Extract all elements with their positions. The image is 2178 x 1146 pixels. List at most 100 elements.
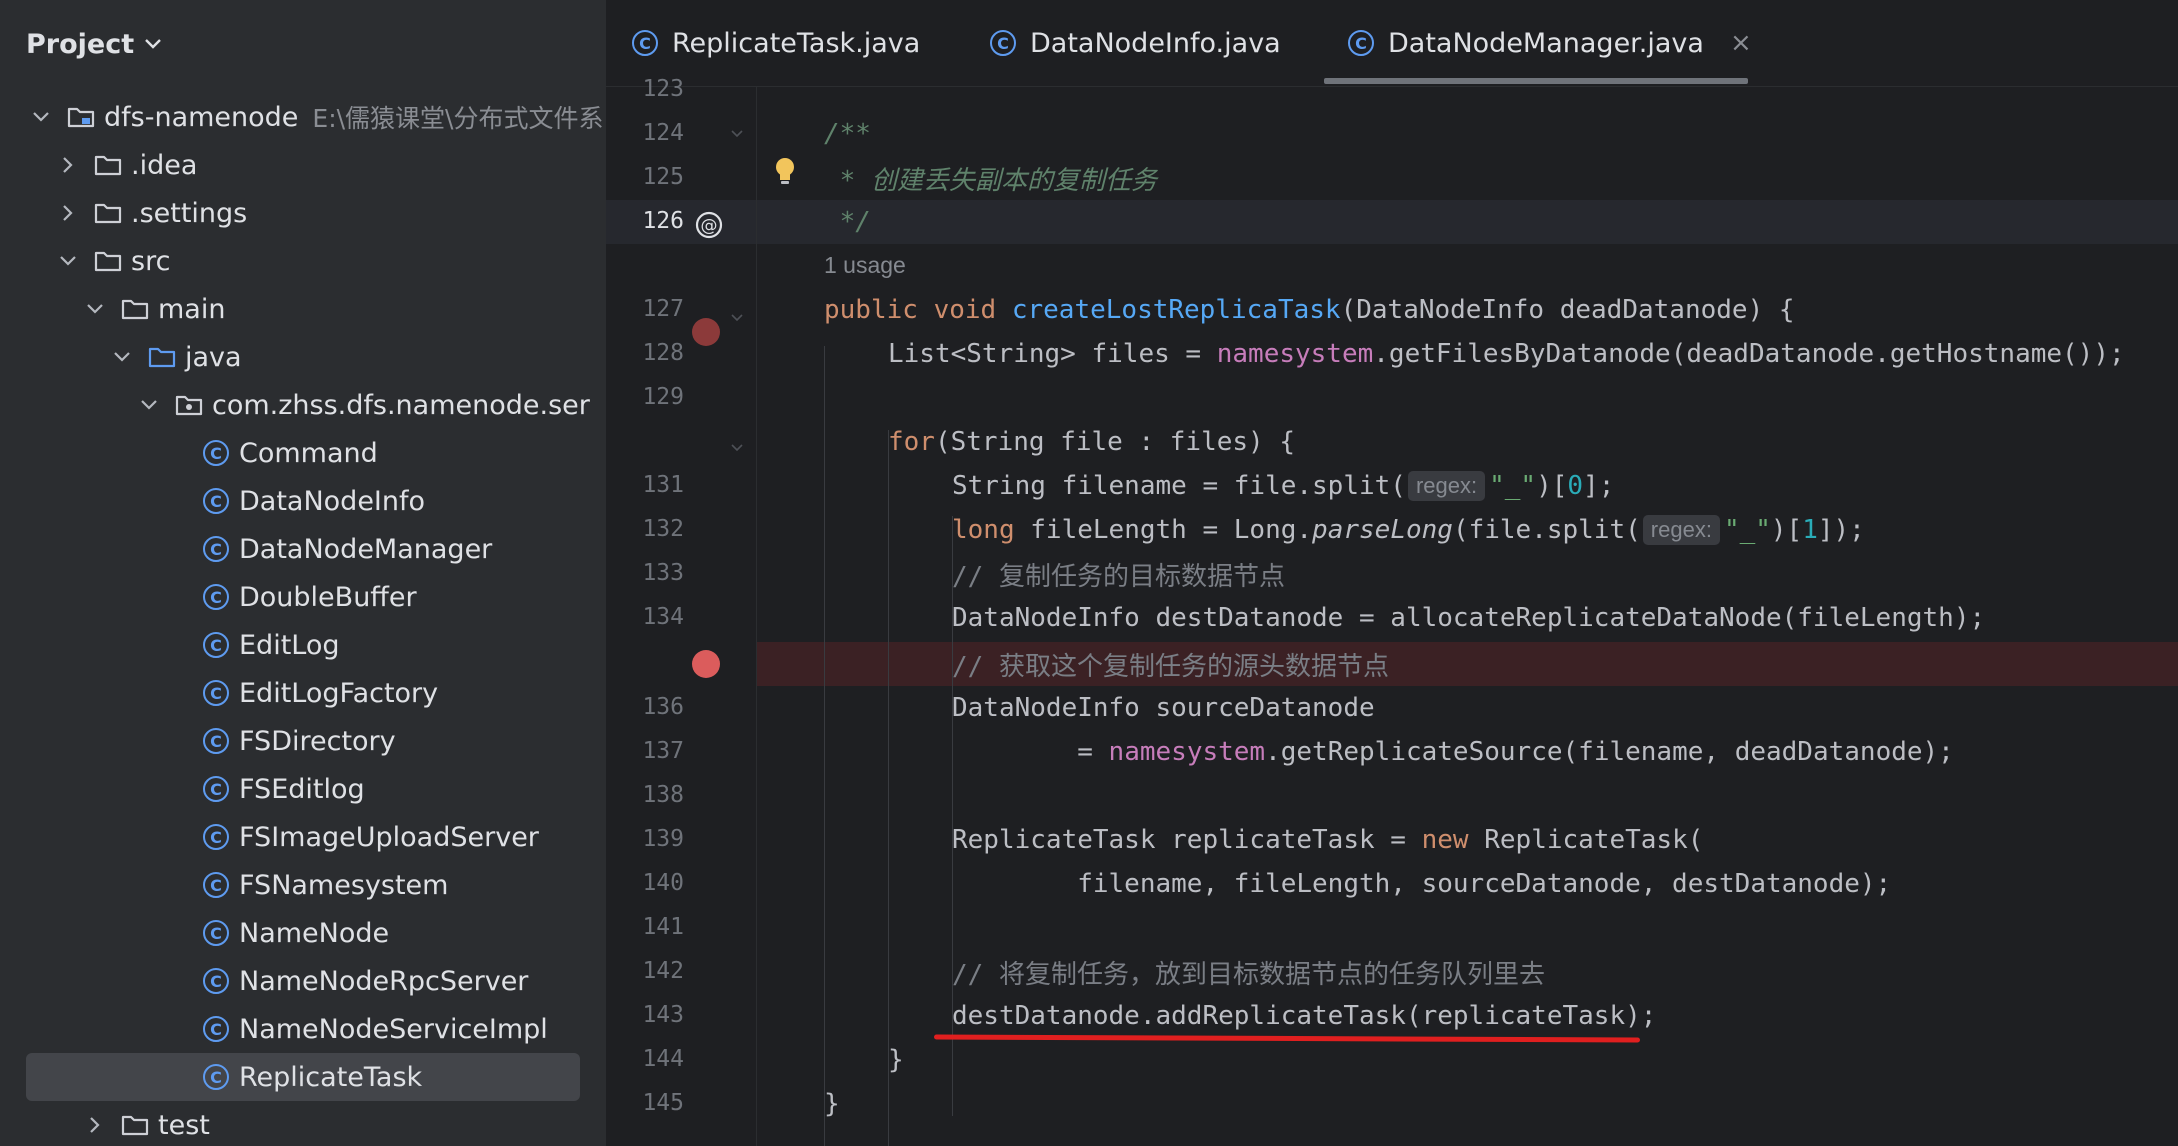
code-line-132: long fileLength = Long. parseLong (file.sp… [952,515,1865,545]
code-line-144: } [888,1045,904,1075]
code-line-143: destDatanode.addReplicateTask(replicateT… [952,1001,1657,1031]
tree-item-label: Command [239,437,378,469]
tree-item-fsnamesystem[interactable]: C FSNamesystem [0,861,606,909]
code-line-126: */ [824,207,871,237]
code-line-130: for (String file : files) { [888,427,1295,457]
tree-item-namenode[interactable]: C NameNode [0,909,606,957]
class-icon: C [201,726,231,756]
active-tab-indicator [1324,78,1748,84]
tree-item-dfs-namenode[interactable]: dfs-namenode E:\儒猿课堂\分布式文件系 [0,93,606,141]
tree-item-label: main [158,293,226,325]
tree-item-label: com.zhss.dfs.namenode.ser [212,389,590,421]
folder-icon [120,294,150,324]
tree-item-com-zhss-dfs-namenode-ser[interactable]: com.zhss.dfs.namenode.ser [0,381,606,429]
class-icon: C [201,822,231,852]
tree-item-settings[interactable]: .settings [0,189,606,237]
chevron-down-icon[interactable] [82,285,108,333]
tree-item-doublebuffer[interactable]: C DoubleBuffer [0,573,606,621]
class-icon: C [201,870,231,900]
code-line-140: filename, fileLength, sourceDatanode, de… [952,869,1892,899]
tree-item-label: FSImageUploadServer [239,821,539,853]
tree-item-label: DataNodeInfo [239,485,426,517]
parameter-hint: regex: [1407,471,1486,501]
usage-hint[interactable]: 1 usage [824,252,906,279]
code-line-145: } [824,1089,840,1119]
class-icon: C [201,582,231,612]
chevron-right-icon[interactable] [82,1101,108,1146]
tree-item-label: EditLog [239,629,340,661]
class-icon: C [1348,30,1374,56]
class-icon: C [632,30,658,56]
tree-item-datanodemanager[interactable]: C DataNodeManager [0,525,606,573]
chevron-right-icon[interactable] [55,189,81,237]
editor-area: C ReplicateTask.java C DataNodeInfo.java… [606,0,2178,1146]
class-icon: C [201,678,231,708]
chevron-down-icon[interactable] [55,237,81,285]
tree-item-fsimageuploadserver[interactable]: C FSImageUploadServer [0,813,606,861]
tree-item-label: FSDirectory [239,725,396,757]
code-line-136: DataNodeInfo sourceDatanode [952,693,1375,723]
code-line-131: String filename = file.split(regex: "_")[… [952,471,1615,501]
project-view-selector[interactable]: Project [26,22,162,66]
tab-data-node-info[interactable]: C DataNodeInfo.java [990,0,1281,86]
tree-item-fseditlog[interactable]: C FSEditlog [0,765,606,813]
code-line-134: DataNodeInfo destDatanode = allocateRepl… [952,603,1986,633]
chevron-right-icon[interactable] [55,141,81,189]
tree-item-path-hint: E:\儒猿课堂\分布式文件系 [312,104,604,133]
tree-item-label: .settings [131,197,248,229]
tree-item-label: EditLogFactory [239,677,439,709]
parameter-hint: regex: [1642,515,1720,545]
folder-icon [93,198,123,228]
tab-replicate-task[interactable]: C ReplicateTask.java [632,0,920,86]
tree-item-label: src [131,245,171,277]
tree-item-replicatetask[interactable]: C ReplicateTask [26,1053,580,1101]
class-icon: C [201,630,231,660]
tree-item-label: ReplicateTask [239,1061,423,1093]
chevron-down-icon[interactable] [109,333,135,381]
tree-item-namenoderpcserver[interactable]: C NameNodeRpcServer [0,957,606,1005]
tree-item-src[interactable]: src [0,237,606,285]
tree-item-java[interactable]: java [0,333,606,381]
class-icon: C [990,30,1016,56]
tree-item-label: FSEditlog [239,773,365,805]
line-number: 141 [642,914,684,940]
close-icon[interactable]: × [1730,28,1752,58]
code-line-139: ReplicateTask replicateTask = new Replic… [952,825,1704,855]
tree-item-label: test [158,1109,210,1141]
code-area[interactable]: 123 124 125 126 127 128 129 131 132 133 134 136 137 1… [606,76,2178,1146]
tree-item-fsdirectory[interactable]: C FSDirectory [0,717,606,765]
chevron-down-icon[interactable] [28,93,54,141]
class-icon: C [201,486,231,516]
tab-data-node-manager[interactable]: C DataNodeManager.java × [1348,0,1752,86]
folder-icon [120,1110,150,1140]
class-icon: C [201,1014,231,1044]
tab-label: DataNodeInfo.java [1030,27,1281,59]
code-line-135: // 获取这个复制任务的源头数据节点 [952,651,1389,682]
line-number: 123 [642,76,684,102]
class-icon: C [201,438,231,468]
tree-item-editlogfactory[interactable]: C EditLogFactory [0,669,606,717]
folder-icon [93,150,123,180]
chevron-down-icon [144,38,162,50]
class-icon: C [201,1062,231,1092]
tree-item-command[interactable]: C Command [0,429,606,477]
tree-item-namenodeserviceimpl[interactable]: C NameNodeServiceImpl [0,1005,606,1053]
tree-item-label: NameNodeServiceImpl [239,1013,548,1045]
tree-item-label: NameNode [239,917,390,949]
chevron-down-icon[interactable] [136,381,162,429]
tree-item-main[interactable]: main [0,285,606,333]
tree-item-datanodeinfo[interactable]: C DataNodeInfo [0,477,606,525]
tree-item-idea[interactable]: .idea [0,141,606,189]
tree-item-label: NameNodeRpcServer [239,965,529,997]
tree-item-label: DataNodeManager [239,533,493,565]
tree-item-label: FSNamesystem [239,869,449,901]
module-folder-icon [66,102,96,132]
tree-item-label: java [185,341,242,373]
tab-label: DataNodeManager.java [1388,27,1704,59]
line-number: 129 [642,384,684,410]
tree-item-editlog[interactable]: C EditLog [0,621,606,669]
line-number: 138 [642,782,684,808]
code-line-128: List<String> files = namesystem .getFiles… [888,339,2125,369]
tree-item-test[interactable]: test [0,1101,606,1146]
class-icon: C [201,774,231,804]
